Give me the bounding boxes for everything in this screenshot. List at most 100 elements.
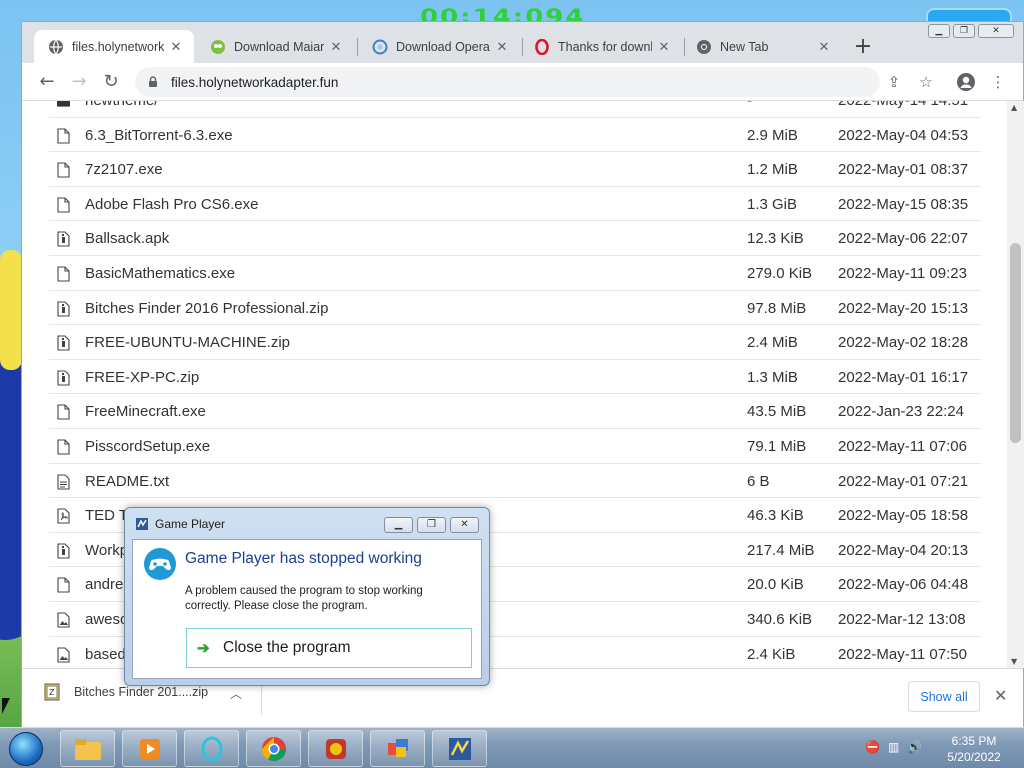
file-date: 2022-May-14 14:51 [838, 101, 968, 109]
file-name-link[interactable]: andre [85, 576, 123, 593]
taskbar-opera[interactable] [184, 730, 239, 767]
reload-button[interactable]: ↻ [98, 69, 124, 95]
file-size: 79.1 MiB [747, 437, 807, 455]
close-icon[interactable]: ✕ [994, 686, 1007, 705]
scroll-up-arrow-icon[interactable]: ▲ [1011, 103, 1017, 112]
file-name-link[interactable]: FREE-UBUNTU-MACHINE.zip [85, 334, 290, 351]
table-row[interactable]: Bitches Finder 2016 Professional.zip 97.8… [49, 291, 981, 326]
tab-new-tab[interactable]: New Tab ✕ [682, 30, 842, 63]
vertical-scrollbar[interactable]: ▲ ▼ [1007, 101, 1024, 668]
table-row[interactable]: newtheme/ - 2022-May-14 14:51 [49, 101, 981, 118]
file-name-link[interactable]: FreeMinecraft.exe [85, 403, 206, 420]
taskbar-explorer[interactable] [60, 730, 115, 767]
tab-title: Download Opera Browser [396, 39, 490, 54]
table-row[interactable]: 6.3_BitTorrent-6.3.exe 2.9 MiB 2022-May-04… [49, 118, 981, 153]
maximize-button[interactable]: ❐ [417, 517, 446, 533]
file-name-link[interactable]: README.txt [85, 473, 169, 490]
tab-opera-thanks[interactable]: Thanks for downloading Opera ✕ [520, 30, 682, 63]
chrome-icon [696, 39, 712, 55]
system-clock[interactable]: 6:35 PM 5/20/2022 [934, 733, 1014, 765]
file-name-link[interactable]: Workp [85, 542, 128, 559]
close-icon[interactable]: ✕ [816, 39, 832, 55]
mouse-cursor [2, 698, 10, 714]
table-row[interactable]: FreeMinecraft.exe 43.5 MiB 2022-Jan-23 22:… [49, 394, 981, 429]
svg-text:Z: Z [49, 688, 55, 697]
file-name-link[interactable]: BasicMathematics.exe [85, 265, 235, 282]
table-row[interactable]: BasicMathematics.exe 279.0 KiB 2022-May-11… [49, 256, 981, 291]
start-button[interactable] [5, 728, 47, 768]
back-button[interactable]: ← [34, 69, 60, 95]
game-player-icon [136, 518, 148, 530]
close-icon[interactable]: ✕ [168, 39, 184, 55]
file-size: 2.9 MiB [747, 126, 798, 144]
taskbar-media-player[interactable] [122, 730, 177, 767]
show-all-button[interactable]: Show all [908, 681, 980, 712]
file-date: 2022-May-20 15:13 [838, 299, 969, 317]
table-row[interactable]: README.txt 6 B 2022-May-01 07:21 [49, 464, 981, 499]
download-item-name: Bitches Finder 201....zip [74, 685, 209, 699]
taskbar-game[interactable] [308, 730, 363, 767]
table-row[interactable]: FREE-UBUNTU-MACHINE.zip 2.4 MiB 2022-May-0… [49, 325, 981, 360]
close-dialog-button[interactable]: ✕ [450, 517, 479, 533]
close-window-button[interactable]: ✕ [978, 24, 1014, 38]
folder-icon [74, 738, 101, 760]
file-name-link[interactable]: Adobe Flash Pro CS6.exe [85, 196, 258, 213]
file-name-link[interactable]: Ballsack.apk [85, 230, 169, 247]
tab-files[interactable]: files.holynetworkadapter.fun ✕ [34, 30, 194, 63]
taskbar-app[interactable] [370, 730, 425, 767]
opera-gx-icon [372, 39, 388, 55]
table-row[interactable]: Ballsack.apk 12.3 KiB 2022-May-06 22:07 [49, 221, 981, 256]
taskbar-game-player[interactable] [432, 730, 487, 767]
tab-title: files.holynetworkadapter.fun [72, 39, 164, 54]
file-date: 2022-May-15 08:35 [838, 195, 969, 213]
table-row[interactable]: FREE-XP-PC.zip 1.3 MiB 2022-May-01 16:17 [49, 360, 981, 395]
file-name-link[interactable]: aweso [85, 611, 128, 628]
tab-maiar[interactable]: Download Maiar Exchange ✕ [196, 30, 354, 63]
lock-icon [149, 76, 157, 87]
file-date: 2022-May-01 16:17 [838, 368, 969, 386]
network-status-icon[interactable]: ▥ [888, 740, 899, 754]
minimize-button[interactable]: ▁ [384, 517, 413, 533]
bookmark-star-icon[interactable]: ☆ [916, 72, 936, 92]
volume-icon[interactable]: 🔊 [907, 740, 922, 754]
globe-icon [48, 39, 64, 55]
file-size: 12.3 KiB [747, 230, 804, 248]
file-size: 340.6 KiB [747, 610, 813, 628]
file-name-link[interactable]: 7z2107.exe [85, 161, 163, 178]
maximize-button[interactable]: ❐ [953, 24, 975, 38]
system-tray: ⛔ ▥ 🔊 [865, 740, 922, 754]
file-size: 279.0 KiB [747, 264, 813, 282]
network-icon[interactable]: ⛔ [865, 740, 880, 754]
file-size: 1.3 GiB [747, 195, 798, 213]
profile-avatar-icon[interactable] [956, 72, 976, 92]
share-icon[interactable]: ⇪ [884, 72, 904, 92]
table-row[interactable]: PisscordSetup.exe 79.1 MiB 2022-May-11 07:… [49, 429, 981, 464]
close-icon[interactable]: ✕ [328, 39, 344, 55]
scrollbar-thumb[interactable] [1010, 243, 1021, 443]
forward-button[interactable]: → [66, 69, 92, 95]
new-tab-button[interactable]: + [851, 36, 875, 60]
arrow-right-icon: ➔ [197, 640, 210, 657]
table-row[interactable]: 7z2107.exe 1.2 MiB 2022-May-01 08:37 [49, 152, 981, 187]
menu-kebab-icon[interactable]: ⋮ [988, 72, 1008, 92]
close-program-button[interactable]: ➔ Close the program [186, 628, 472, 668]
minimize-button[interactable]: ▁ [928, 24, 950, 38]
file-size: 20.0 KiB [747, 576, 804, 594]
file-name-link[interactable]: PisscordSetup.exe [85, 438, 210, 455]
taskbar-chrome[interactable] [246, 730, 301, 767]
chevron-up-icon[interactable]: ︿ [230, 685, 242, 702]
scroll-down-arrow-icon[interactable]: ▼ [1011, 657, 1017, 666]
file-name-link[interactable]: Bitches Finder 2016 Professional.zip [85, 300, 328, 317]
file-name-link[interactable]: FREE-XP-PC.zip [85, 369, 199, 386]
close-icon[interactable]: ✕ [494, 39, 510, 55]
address-bar[interactable]: files.holynetworkadapter.fun [135, 67, 880, 97]
file-name-link[interactable]: newtheme/ [85, 101, 158, 109]
file-name-link[interactable]: 6.3_BitTorrent-6.3.exe [85, 127, 233, 144]
close-icon[interactable]: ✕ [656, 39, 672, 55]
file-name-link[interactable]: based [85, 646, 126, 663]
file-date: 2022-May-06 22:07 [838, 230, 969, 248]
close-program-label: Close the program [223, 639, 351, 656]
table-row[interactable]: Adobe Flash Pro CS6.exe 1.3 GiB 2022-May-1… [49, 187, 981, 222]
file-size: 6 B [747, 472, 770, 490]
tab-opera-download[interactable]: Download Opera Browser ✕ [358, 30, 520, 63]
